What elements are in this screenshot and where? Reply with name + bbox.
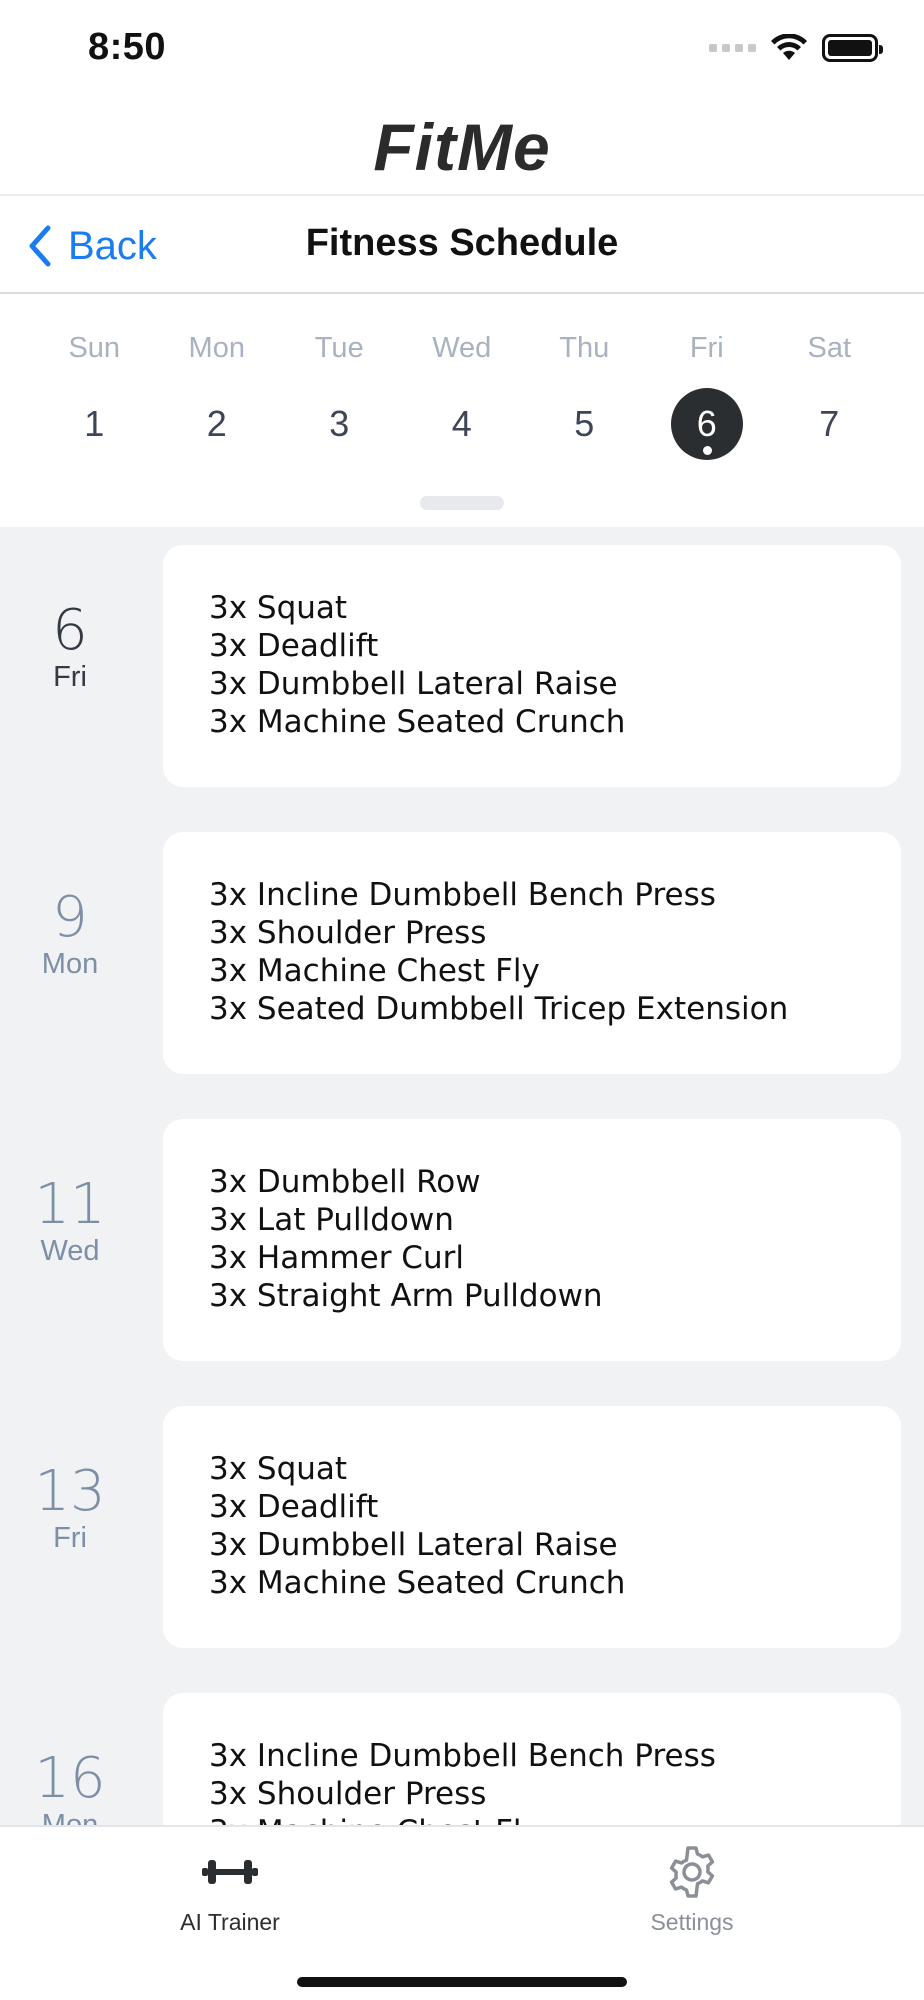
schedule-list[interactable]: 6 Fri 3x Squat 3x Deadlift 3x Dumbbell Later… xyxy=(0,527,924,1825)
day-number[interactable]: 7 xyxy=(793,388,865,460)
day-name: Fri xyxy=(689,332,724,364)
date-number: 9 xyxy=(52,885,88,950)
tab-settings[interactable]: Settings xyxy=(542,1841,842,1951)
home-indicator xyxy=(297,1977,627,1987)
exercise-item: 3x Shoulder Press xyxy=(209,915,487,951)
day-name: Sun xyxy=(68,332,121,364)
exercise-item: 3x Incline Dumbbell Bench Press xyxy=(209,1738,716,1774)
status-bar: 8:50 xyxy=(0,0,924,100)
date-number: 16 xyxy=(34,1746,106,1811)
workout-card[interactable]: 3x Incline Dumbbell Bench Press 3x Should… xyxy=(163,1693,901,1825)
workout-card[interactable]: 3x Dumbbell Row 3x Lat Pulldown 3x Hammer … xyxy=(163,1119,901,1361)
day-number[interactable]: 3 xyxy=(303,388,375,460)
navigation-bar: Back Fitness Schedule xyxy=(0,198,924,294)
date-number: 11 xyxy=(34,1172,106,1237)
exercise-item: 3x Seated Dumbbell Tricep Extension xyxy=(209,991,789,1027)
date-label: 16 Mon xyxy=(0,1746,140,1826)
day-name: Sat xyxy=(807,332,852,364)
tab-bar: AI Trainer Settings xyxy=(0,1825,924,2000)
schedule-row: 16 Mon 3x Incline Dumbbell Bench Press 3x S… xyxy=(0,1693,924,1825)
week-day-thu[interactable]: Thu 5 xyxy=(523,332,646,460)
status-time: 8:50 xyxy=(88,26,167,68)
date-weekday: Mon xyxy=(41,1809,99,1825)
week-day-mon[interactable]: Mon 2 xyxy=(156,332,279,460)
wifi-icon xyxy=(771,34,807,60)
tab-ai-trainer-label: AI Trainer xyxy=(180,1909,280,1935)
day-name: Mon xyxy=(188,332,245,364)
week-day-wed[interactable]: Wed 4 xyxy=(401,332,524,460)
date-label: 11 Wed xyxy=(0,1177,140,1268)
exercise-item: 3x Deadlift xyxy=(209,1489,379,1525)
workout-card[interactable]: 3x Squat 3x Deadlift 3x Dumbbell Lateral R… xyxy=(163,1406,901,1648)
exercise-item: 3x Straight Arm Pulldown xyxy=(209,1278,603,1314)
exercise-item: 3x Machine Seated Crunch xyxy=(209,704,626,740)
date-number: 6 xyxy=(52,598,88,663)
exercise-item: 3x Squat xyxy=(209,1451,348,1487)
date-weekday: Mon xyxy=(41,948,99,980)
day-name: Thu xyxy=(559,332,610,364)
exercise-item: 3x Machine Seated Crunch xyxy=(209,1565,626,1601)
day-name: Wed xyxy=(432,332,492,364)
battery-icon xyxy=(822,34,883,62)
selected-day-number[interactable]: 6 xyxy=(670,388,743,460)
gear-icon xyxy=(664,1841,720,1903)
day-number[interactable]: 5 xyxy=(548,388,620,460)
app-logo: FitMe xyxy=(373,110,551,184)
app-header: FitMe xyxy=(0,100,924,196)
day-number[interactable]: 4 xyxy=(426,388,498,460)
exercise-item: 3x Squat xyxy=(209,590,348,626)
exercise-item: 3x Shoulder Press xyxy=(209,1776,487,1812)
day-number[interactable]: 2 xyxy=(181,388,253,460)
date-weekday: Fri xyxy=(53,661,87,693)
schedule-row: 11 Wed 3x Dumbbell Row 3x Lat Pulldown 3x Ha… xyxy=(0,1119,924,1361)
week-days: Sun 1 Mon 2 Tue 3 Wed 4 Thu 5 Fri 6 Sat 7 xyxy=(33,332,891,460)
week-calendar: Sun 1 Mon 2 Tue 3 Wed 4 Thu 5 Fri 6 Sat 7 xyxy=(0,296,924,526)
exercise-item: 3x Machine Chest Fly xyxy=(209,953,540,989)
week-day-sun[interactable]: Sun 1 xyxy=(33,332,156,460)
exercise-item: 3x Dumbbell Row xyxy=(209,1164,481,1200)
date-label: 9 Mon xyxy=(0,890,140,981)
day-name: Tue xyxy=(314,332,364,364)
schedule-row: 9 Mon 3x Incline Dumbbell Bench Press 3x Sh… xyxy=(0,832,924,1074)
date-label: 6 Fri xyxy=(0,603,140,694)
schedule-row: 13 Fri 3x Squat 3x Deadlift 3x Dumbbell Late… xyxy=(0,1406,924,1648)
exercise-item: 3x Lat Pulldown xyxy=(209,1202,454,1238)
date-weekday: Fri xyxy=(53,1522,87,1554)
week-day-tue[interactable]: Tue 3 xyxy=(278,332,401,460)
page-title: Fitness Schedule xyxy=(305,222,619,264)
workout-card[interactable]: 3x Incline Dumbbell Bench Press 3x Should… xyxy=(163,832,901,1074)
exercise-item: 3x Deadlift xyxy=(209,628,379,664)
date-number: 13 xyxy=(34,1459,106,1524)
exercise-item: 3x Machine Chest Fly xyxy=(209,1813,901,1825)
dumbbell-icon xyxy=(202,1841,258,1903)
tab-ai-trainer[interactable]: AI Trainer xyxy=(80,1841,380,1951)
date-weekday: Wed xyxy=(40,1235,100,1267)
workout-card[interactable]: 3x Squat 3x Deadlift 3x Dumbbell Lateral R… xyxy=(163,545,901,787)
week-day-sat[interactable]: Sat 7 xyxy=(768,332,891,460)
week-day-fri[interactable]: Fri 6 xyxy=(646,332,769,460)
tab-settings-label: Settings xyxy=(650,1909,734,1935)
exercise-item: 3x Dumbbell Lateral Raise xyxy=(209,1527,618,1563)
status-icons xyxy=(709,34,883,62)
exercise-item: 3x Hammer Curl xyxy=(209,1240,464,1276)
exercise-item: 3x Dumbbell Lateral Raise xyxy=(209,666,618,702)
drag-handle[interactable] xyxy=(420,496,504,510)
cellular-signal-icon xyxy=(709,44,756,52)
exercise-item: 3x Incline Dumbbell Bench Press xyxy=(209,877,716,913)
date-label: 13 Fri xyxy=(0,1464,140,1555)
schedule-row: 6 Fri 3x Squat 3x Deadlift 3x Dumbbell Later… xyxy=(0,545,924,787)
day-number[interactable]: 1 xyxy=(58,388,130,460)
